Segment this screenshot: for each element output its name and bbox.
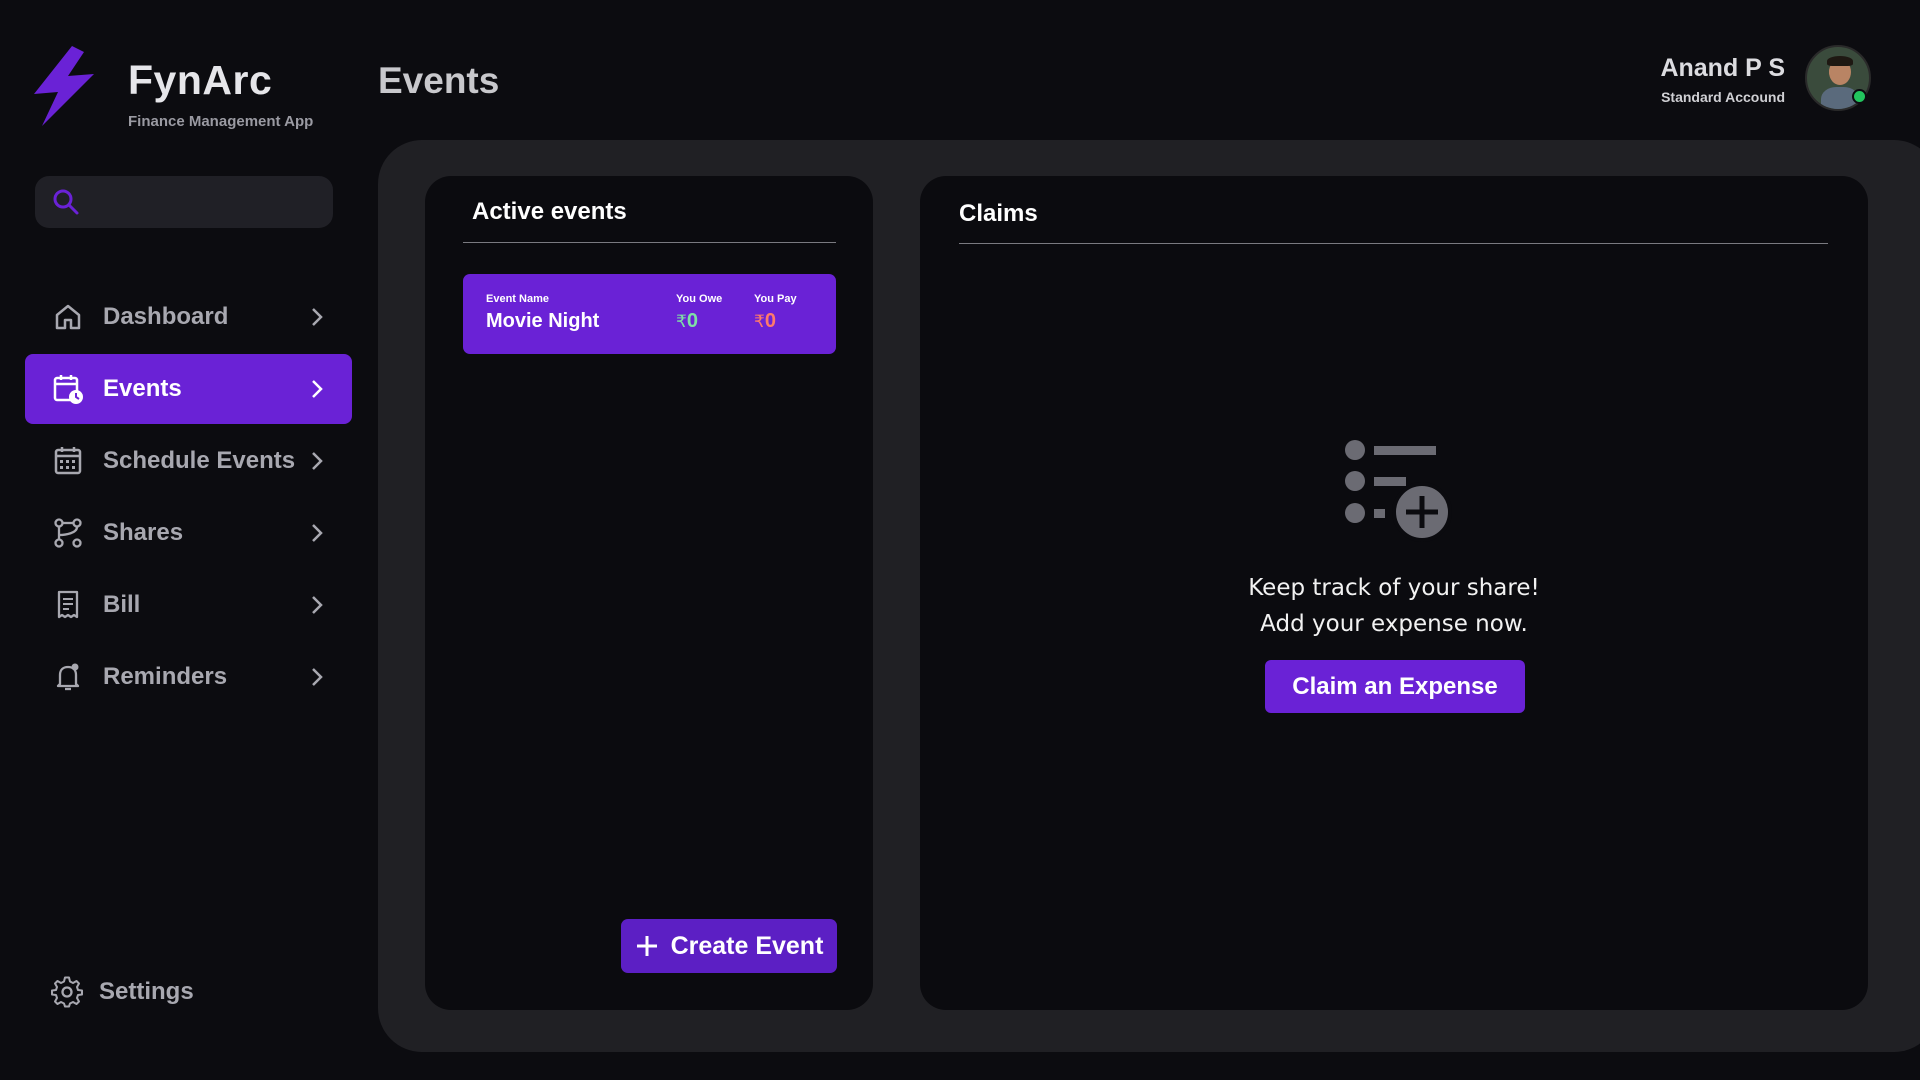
rupee-symbol: ₹ [676, 312, 687, 331]
sidebar-item-label: Bill [103, 591, 141, 618]
lightning-logo-icon [34, 46, 94, 126]
chevron-right-icon [312, 308, 323, 326]
share-nodes-icon [51, 516, 85, 550]
active-events-panel: Active events Event Name Movie Night You… [425, 176, 873, 1010]
rupee-symbol: ₹ [754, 312, 765, 331]
claims-title: Claims [959, 200, 1038, 227]
home-icon [51, 300, 85, 334]
receipt-icon [51, 588, 85, 622]
brand-subtitle: Finance Management App [128, 113, 314, 130]
bell-icon [51, 660, 85, 694]
add-list-icon [1345, 440, 1452, 542]
sidebar-nav: Dashboard Events Schedule Events Shares … [25, 282, 352, 714]
brand-name: FynArc [128, 57, 273, 103]
sidebar-item-label: Reminders [103, 663, 228, 690]
chevron-right-icon [312, 596, 323, 614]
chevron-right-icon [312, 452, 323, 470]
event-name-label: Event Name [486, 293, 549, 305]
chevron-right-icon [312, 524, 323, 542]
calendar-grid-icon [51, 444, 85, 478]
claims-panel: Claims Keep track of your share! Add you… [920, 176, 1868, 1010]
event-card[interactable]: Event Name Movie Night You Owe ₹0 You Pa… [463, 274, 836, 354]
claims-empty-message: Keep track of your share! Add your expen… [920, 570, 1868, 642]
plus-icon [636, 936, 657, 956]
sidebar-item-schedule-events[interactable]: Schedule Events [25, 426, 352, 496]
divider [959, 243, 1828, 244]
you-owe-label: You Owe [676, 293, 723, 305]
sidebar-item-dashboard[interactable]: Dashboard [25, 282, 352, 352]
user-name: Anand P S [1660, 54, 1785, 82]
you-pay-amount: ₹0 [754, 310, 776, 333]
chevron-right-icon [312, 380, 323, 398]
page-title: Events [378, 60, 500, 101]
user-plan: Standard Accound [1661, 89, 1785, 105]
sidebar-item-label: Shares [103, 519, 184, 546]
claim-expense-button[interactable]: Claim an Expense [1265, 660, 1525, 713]
search-icon [53, 189, 79, 215]
event-name: Movie Night [486, 310, 600, 332]
sidebar-item-settings[interactable]: Settings [51, 976, 194, 1008]
sidebar-item-shares[interactable]: Shares [25, 498, 352, 568]
online-status-indicator [1852, 89, 1867, 104]
create-event-button[interactable]: Create Event [621, 919, 837, 973]
calendar-clock-icon [51, 372, 85, 406]
brand: FynArc Finance Management App [28, 44, 313, 130]
you-pay-value: 0 [764, 310, 776, 332]
gear-icon [51, 976, 83, 1008]
main-content: Active events Event Name Movie Night You… [378, 140, 1920, 1052]
sidebar-item-label: Schedule Events [103, 447, 296, 474]
chevron-right-icon [312, 668, 323, 686]
active-events-title: Active events [472, 198, 627, 225]
create-event-label: Create Event [670, 931, 824, 960]
you-owe-value: 0 [686, 310, 698, 332]
sidebar-item-reminders[interactable]: Reminders [25, 642, 352, 712]
you-owe-amount: ₹0 [676, 310, 698, 333]
search-bar[interactable] [35, 176, 333, 228]
claims-message-line2: Add your expense now. [1260, 611, 1528, 637]
search-input[interactable] [81, 176, 333, 228]
sidebar-item-bill[interactable]: Bill [25, 570, 352, 640]
claims-message-line1: Keep track of your share! [1248, 575, 1540, 601]
sidebar-item-label: Dashboard [103, 303, 229, 330]
divider [463, 242, 836, 243]
sidebar-item-events[interactable]: Events [25, 354, 352, 424]
you-pay-label: You Pay [754, 293, 797, 305]
settings-label: Settings [99, 978, 194, 1005]
sidebar-item-label: Events [103, 375, 182, 402]
user-info[interactable]: Anand P S Standard Accound [1660, 54, 1785, 105]
app-root: FynArc Finance Management App Dashboard [0, 0, 1920, 1080]
